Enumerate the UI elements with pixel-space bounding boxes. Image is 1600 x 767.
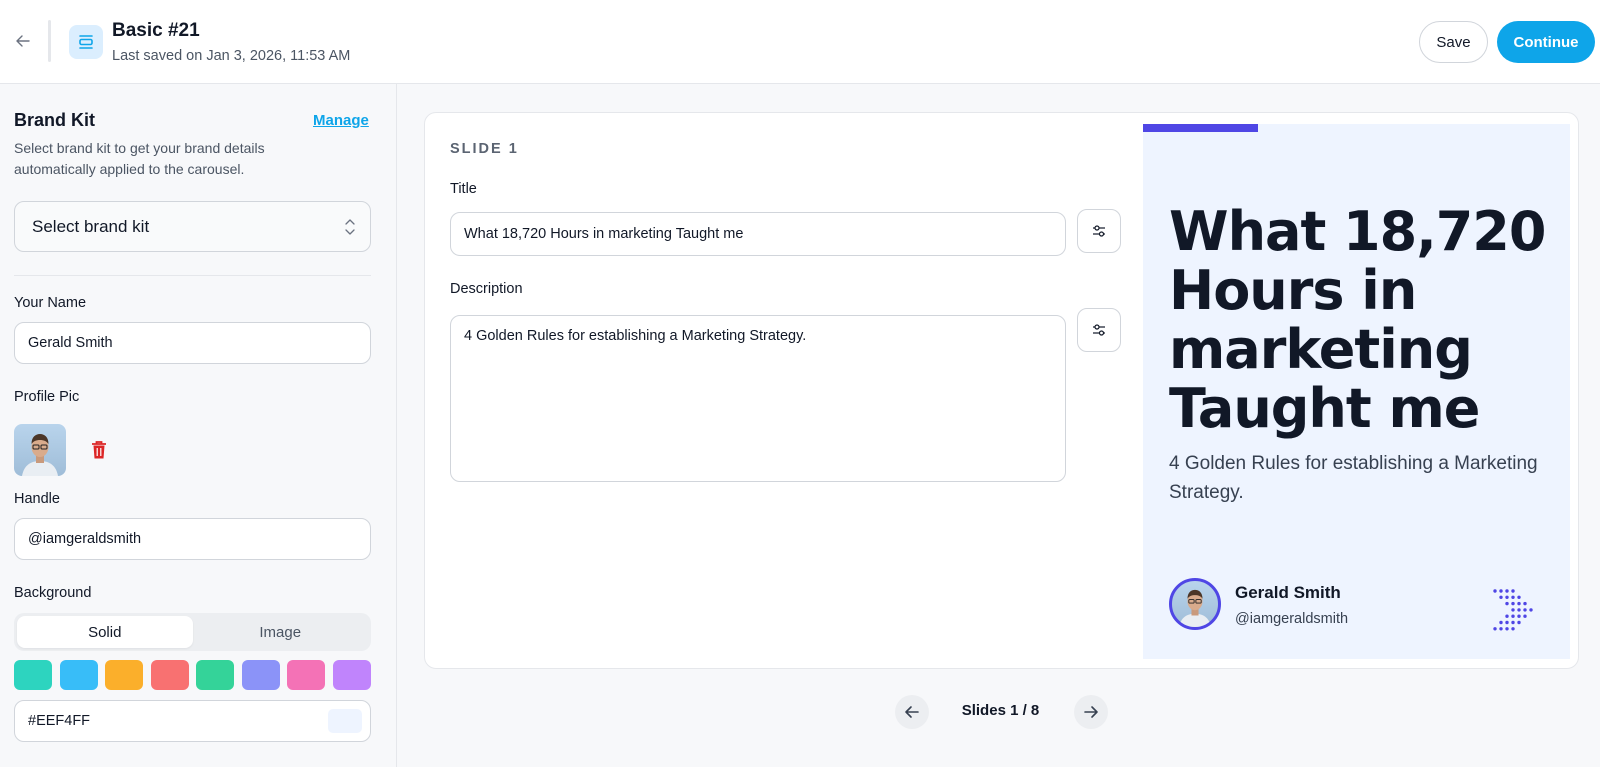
- preview-description: 4 Golden Rules for establishing a Market…: [1169, 453, 1538, 503]
- color-swatch[interactable]: [59, 660, 98, 690]
- sidebar: Brand Kit Manage Select brand kit to get…: [0, 84, 397, 767]
- preview-accent-bar: [1143, 124, 1258, 132]
- brand-kit-description: Select brand kit to get your brand detai…: [14, 140, 265, 177]
- next-slide-button[interactable]: [1074, 695, 1108, 729]
- person-icon: [22, 434, 58, 476]
- arrow-right-icon: [1084, 706, 1098, 718]
- manage-link[interactable]: Manage: [313, 112, 369, 129]
- save-button[interactable]: Save: [1419, 21, 1488, 63]
- color-swatches: [14, 660, 371, 690]
- handle-input[interactable]: @iamgeraldsmith: [14, 518, 371, 560]
- color-swatch[interactable]: [150, 660, 189, 690]
- header-divider: [48, 20, 51, 62]
- preview-handle: @iamgeraldsmith: [1235, 611, 1349, 627]
- color-preview-swatch[interactable]: [328, 709, 362, 733]
- preview-title: What 18,720 Hours in marketing Taught me: [1169, 200, 1546, 440]
- background-label: Background: [14, 585, 92, 601]
- brand-kit-heading: Brand Kit: [14, 110, 95, 130]
- person-icon: [1179, 589, 1211, 627]
- color-swatch[interactable]: [105, 660, 144, 690]
- preview-avatar: [1169, 578, 1221, 630]
- color-swatch[interactable]: [14, 660, 52, 690]
- app-header: Basic #21 Last saved on Jan 3, 2026, 11:…: [0, 0, 1600, 84]
- title-options-button[interactable]: [1077, 209, 1121, 253]
- color-swatch[interactable]: [332, 660, 371, 690]
- tab-image[interactable]: Image: [193, 616, 369, 648]
- slide-preview: What 18,720 Hours in marketing Taught me…: [1143, 124, 1570, 659]
- color-hex-value: #EEF4FF: [28, 713, 91, 729]
- profile-pic-label: Profile Pic: [14, 389, 80, 405]
- document-title: Basic #21: [112, 20, 200, 41]
- color-hex-input[interactable]: #EEF4FF: [14, 700, 371, 742]
- slide-counter: Slides 1 / 8: [961, 702, 1040, 719]
- description-options-button[interactable]: [1077, 308, 1121, 352]
- arrow-left-icon: [905, 706, 919, 718]
- back-button[interactable]: [12, 30, 34, 52]
- previous-slide-button[interactable]: [895, 695, 929, 729]
- brand-kit-select[interactable]: Select brand kit: [14, 201, 371, 252]
- profile-pic-thumbnail[interactable]: [14, 424, 66, 476]
- last-saved-text: Last saved on Jan 3, 2026, 11:53 AM: [112, 48, 351, 64]
- preview-name: Gerald Smith: [1235, 583, 1341, 602]
- name-input[interactable]: Gerald Smith: [14, 322, 371, 364]
- color-swatch[interactable]: [241, 660, 280, 690]
- name-label: Your Name: [14, 295, 87, 311]
- sliders-icon: [1093, 225, 1105, 237]
- chevron-up-down-icon: [345, 219, 355, 235]
- arrow-left-icon: [16, 35, 30, 47]
- dotted-arrow-icon: [1493, 589, 1533, 631]
- document-icon: [69, 25, 103, 59]
- slide-editor-card: SLIDE 1 Title What 18,720 Hours in marke…: [424, 112, 1579, 669]
- color-swatch[interactable]: [287, 660, 326, 690]
- tab-solid[interactable]: Solid: [17, 616, 193, 648]
- title-input[interactable]: What 18,720 Hours in marketing Taught me: [450, 212, 1066, 256]
- description-input[interactable]: 4 Golden Rules for establishing a Market…: [450, 315, 1066, 482]
- sliders-icon: [1093, 324, 1105, 336]
- slide-number-label: SLIDE 1: [450, 141, 519, 157]
- title-label: Title: [450, 181, 477, 197]
- brand-kit-select-value: Select brand kit: [32, 216, 150, 236]
- trash-icon[interactable]: [90, 440, 108, 460]
- description-label: Description: [450, 281, 523, 297]
- background-type-toggle: Solid Image: [14, 613, 371, 651]
- color-swatch[interactable]: [196, 660, 235, 690]
- divider: [14, 275, 371, 276]
- handle-label: Handle: [14, 491, 60, 507]
- continue-button[interactable]: Continue: [1497, 21, 1595, 63]
